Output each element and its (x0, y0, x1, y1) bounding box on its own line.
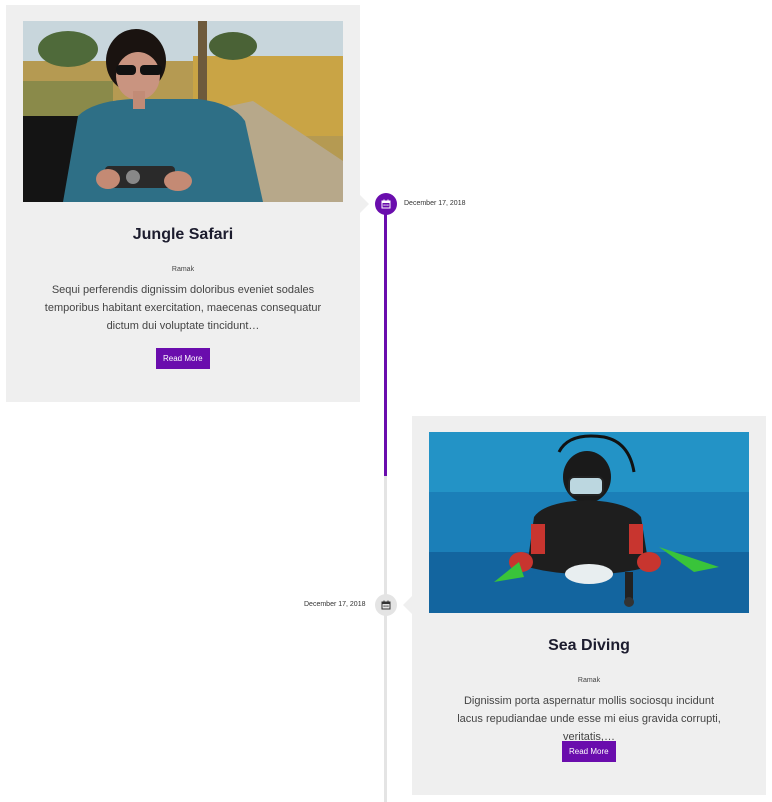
timeline-marker (375, 594, 397, 616)
card-pointer (403, 596, 412, 614)
post-author[interactable]: Ramak (6, 266, 360, 273)
calendar-icon (381, 600, 391, 610)
timeline-post-card: Jungle Safari Ramak Sequi perferendis di… (6, 5, 369, 402)
post-image-sea-diving[interactable] (429, 432, 749, 613)
post-author[interactable]: Ramak (412, 677, 766, 684)
calendar-icon (381, 199, 391, 209)
post-title[interactable]: Jungle Safari (6, 226, 360, 244)
post-title[interactable]: Sea Diving (412, 637, 766, 655)
read-more-button[interactable]: Read More (562, 741, 616, 762)
timeline-post-card: Sea Diving Ramak Dignissim porta asperna… (403, 416, 766, 795)
post-excerpt: Dignissim porta aspernatur mollis socios… (457, 695, 721, 743)
timeline-marker-active (375, 193, 397, 215)
card-pointer (360, 195, 369, 213)
read-more-button[interactable]: Read More (156, 348, 210, 369)
post-date: December 17, 2018 (304, 601, 366, 608)
post-image-jungle-safari[interactable] (23, 21, 343, 202)
timeline-progress-line (384, 204, 387, 476)
post-excerpt: Sequi perferendis dignissim doloribus ev… (44, 284, 322, 332)
post-date: December 17, 2018 (404, 200, 466, 207)
